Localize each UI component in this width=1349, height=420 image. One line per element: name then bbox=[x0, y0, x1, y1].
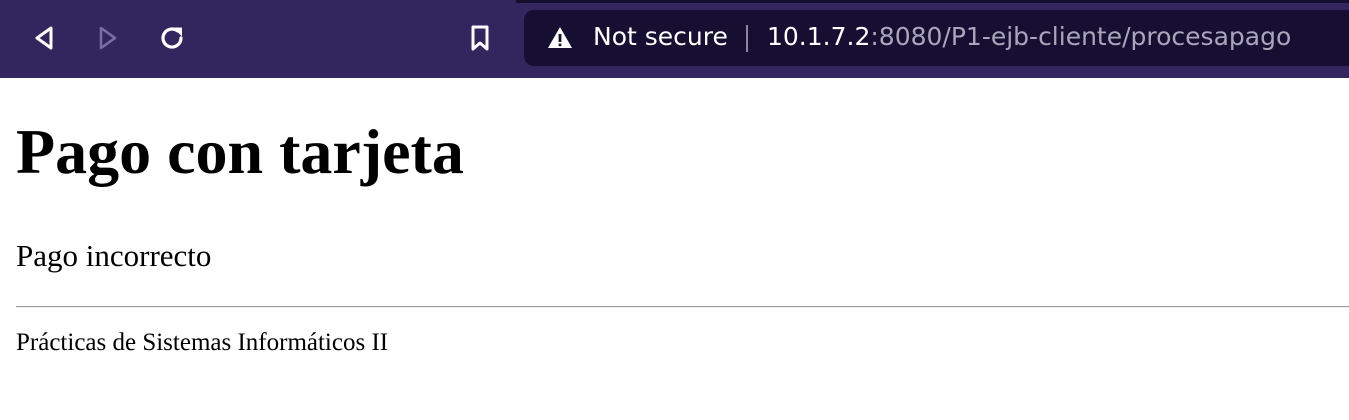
url-host: 10.1.7.2 bbox=[767, 22, 871, 51]
url-path: :8080/P1-ejb-cliente/procesapago bbox=[870, 22, 1292, 51]
forward-arrow-icon bbox=[99, 26, 117, 50]
horizontal-divider bbox=[16, 306, 1349, 308]
reload-icon bbox=[161, 27, 183, 49]
bookmark-button[interactable] bbox=[460, 18, 500, 58]
warning-triangle-icon bbox=[548, 27, 572, 48]
address-bar[interactable]: Not secure 10.1.7.2:8080/P1-ejb-cliente/… bbox=[524, 10, 1349, 66]
page-title: Pago con tarjeta bbox=[16, 116, 464, 187]
reload-button[interactable] bbox=[152, 18, 192, 58]
bookmark-icon bbox=[471, 25, 489, 51]
payment-status-text: Pago incorrecto bbox=[16, 238, 212, 273]
forward-button[interactable] bbox=[88, 18, 128, 58]
page-content: Pago con tarjeta Pago incorrecto Práctic… bbox=[0, 78, 1349, 420]
back-arrow-icon bbox=[35, 26, 53, 50]
toolbar-tab-strip-edge bbox=[516, 0, 1349, 3]
address-bar-divider bbox=[746, 25, 748, 52]
browser-toolbar: Not secure 10.1.7.2:8080/P1-ejb-cliente/… bbox=[0, 0, 1349, 78]
security-status-label[interactable]: Not secure bbox=[593, 22, 728, 51]
footer-text: Prácticas de Sistemas Informáticos II bbox=[16, 329, 389, 356]
url-text[interactable]: 10.1.7.2:8080/P1-ejb-cliente/procesapago bbox=[767, 22, 1291, 51]
back-button[interactable] bbox=[24, 18, 64, 58]
